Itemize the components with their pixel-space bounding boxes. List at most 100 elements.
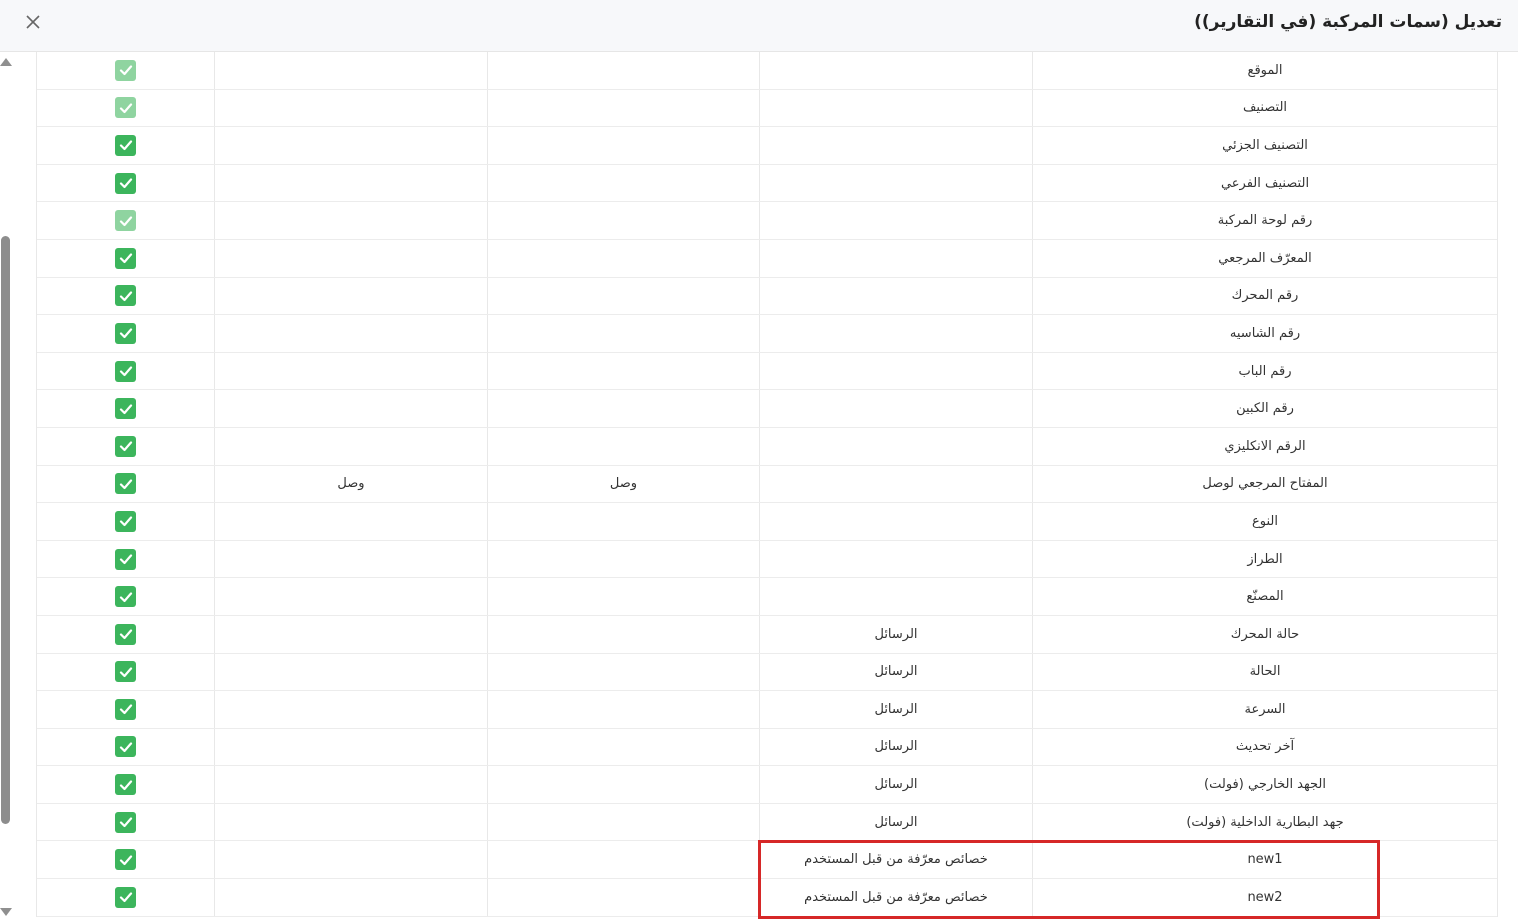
source-cell [759,52,1032,89]
visibility-cell [37,240,214,277]
column-4-cell [214,653,487,691]
table-row: خصائص معرّفة من قبل المستخدم new2 [37,879,1497,917]
scroll-thumb[interactable] [1,236,10,824]
visibility-checkbox[interactable] [115,97,136,119]
attribute-name-cell: new1 [1032,841,1497,879]
attribute-name-cell: حالة المحرك [1032,615,1497,653]
column-3-cell [487,653,759,691]
visibility-checkbox[interactable] [115,398,136,420]
visibility-checkbox[interactable] [115,886,136,908]
scroll-down-arrow-icon[interactable] [0,908,12,916]
visibility-cell [37,202,214,239]
check-icon [119,103,132,113]
table-row: الموقع [37,52,1497,90]
visibility-checkbox[interactable] [115,811,136,833]
column-4-cell [214,503,487,540]
source-cell [759,465,1032,503]
visibility-cell [37,353,214,390]
visibility-checkbox[interactable] [115,322,136,344]
visibility-checkbox[interactable] [115,473,136,495]
scroll-up-arrow-icon[interactable] [0,58,12,66]
visibility-checkbox[interactable] [115,586,136,608]
visibility-checkbox[interactable] [115,849,136,871]
table-row: المعرّف المرجعي [37,239,1497,278]
column-3-cell [487,202,759,239]
column-4-cell [214,615,487,653]
column-4-cell [214,540,487,578]
column-3-cell [487,277,759,315]
attribute-name-cell: رقم الكبين [1032,390,1497,427]
attribute-name-cell: رقم الباب [1032,352,1497,390]
visibility-checkbox[interactable] [115,736,136,758]
visibility-checkbox[interactable] [115,59,136,81]
close-icon[interactable] [22,11,44,33]
table-row: الرسائل جهد البطارية الداخلية (فولت) [37,803,1497,842]
visibility-cell [37,541,214,578]
column-4-cell [214,239,487,277]
attribute-name-cell: المفتاح المرجعي لوصل [1032,465,1497,503]
visibility-cell [37,729,214,766]
vertical-scrollbar[interactable] [0,52,14,921]
column-3-cell [487,728,759,766]
attribute-name-cell: التصنيف [1032,89,1497,127]
column-4-cell [214,728,487,766]
column-4-cell [214,803,487,841]
visibility-checkbox[interactable] [115,172,136,194]
column-4-cell [214,202,487,239]
check-icon [119,742,132,753]
column-4-cell [214,315,487,352]
attribute-name-cell: رقم المحرك [1032,277,1497,315]
visibility-checkbox[interactable] [115,774,136,796]
check-icon [119,704,132,715]
visibility-checkbox[interactable] [115,285,136,307]
visibility-checkbox[interactable] [115,510,136,532]
attribute-name-cell: رقم لوحة المركبة [1032,202,1497,239]
visibility-checkbox[interactable] [115,548,136,570]
visibility-checkbox[interactable] [115,360,136,382]
source-cell [759,89,1032,127]
visibility-cell [37,841,214,878]
column-3-cell [487,89,759,127]
source-cell [759,503,1032,540]
check-icon [119,817,132,828]
visibility-checkbox[interactable] [115,698,136,720]
attribute-name-cell: new2 [1032,879,1497,916]
visibility-checkbox[interactable] [115,247,136,269]
visibility-cell [37,165,214,202]
table-row: المصنّع [37,578,1497,616]
visibility-checkbox[interactable] [115,623,136,645]
attribute-name-cell: جهد البطارية الداخلية (فولت) [1032,803,1497,841]
source-cell: خصائص معرّفة من قبل المستخدم [759,841,1032,879]
visibility-cell [37,691,214,728]
table-row: الرسائل حالة المحرك [37,615,1497,654]
column-4-cell [214,352,487,390]
visibility-checkbox[interactable] [115,134,136,156]
attributes-table: الموقع التصنيف التصنيف الجزئي التصنيف الفرع… [36,52,1498,917]
check-icon [119,328,132,339]
attribute-name-cell: آخر تحديث [1032,728,1497,766]
attribute-name-cell: الجهد الخارجي (فولت) [1032,766,1497,803]
visibility-cell [37,654,214,691]
visibility-checkbox[interactable] [115,661,136,683]
visibility-cell [37,578,214,615]
check-icon [119,892,132,903]
source-cell: الرسائل [759,728,1032,766]
table-row: الرسائل آخر تحديث [37,728,1497,767]
visibility-checkbox[interactable] [115,210,136,232]
column-3-cell [487,578,759,615]
column-4-cell [214,52,487,89]
source-cell: الرسائل [759,615,1032,653]
source-cell [759,427,1032,465]
check-icon [119,516,132,527]
source-cell: الرسائل [759,653,1032,691]
attribute-name-cell: النوع [1032,503,1497,540]
column-4-cell [214,841,487,879]
column-3-cell [487,615,759,653]
column-4-cell [214,427,487,465]
column-4-cell [214,390,487,427]
column-4-cell [214,766,487,803]
table-row: رقم لوحة المركبة [37,202,1497,240]
visibility-checkbox[interactable] [115,435,136,457]
column-4-cell [214,691,487,728]
visibility-cell [37,315,214,352]
